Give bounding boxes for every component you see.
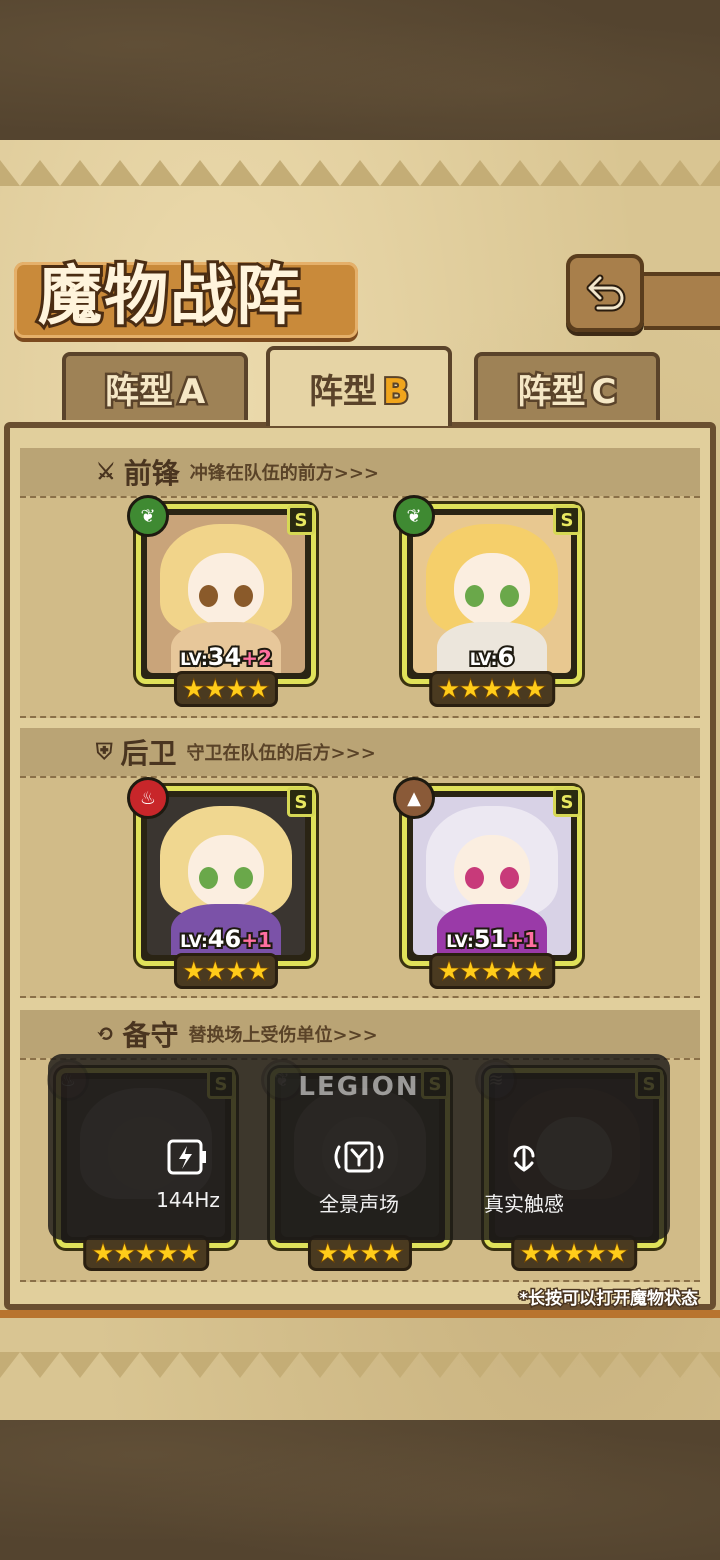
leaf-element-icon: ❦ bbox=[127, 495, 169, 537]
map-background-bottom bbox=[0, 1410, 720, 1560]
map-background-top bbox=[0, 0, 720, 150]
monster-card-rear-2[interactable]: ▲ S LV:51+1 ★ ★ ★ ★ ★ bbox=[393, 777, 582, 989]
front-row-band bbox=[20, 496, 700, 718]
touch-icon bbox=[513, 1145, 535, 1172]
legion-system-overlay: LEGION 144Hz 全景声场 真实触感 bbox=[48, 1054, 670, 1240]
star-rating: ★ ★ ★ ★ ★ bbox=[511, 1235, 637, 1271]
page-title: 魔物战阵 bbox=[35, 256, 303, 337]
long-press-hint: *长按可以打开魔物状态 bbox=[518, 1288, 700, 1311]
star-rating: ★ ★ ★ ★ ★ bbox=[83, 1235, 209, 1271]
section-header-front: ⚔ 前锋 冲锋在队伍的前方>>> bbox=[20, 448, 700, 496]
overlay-item-label: 144Hz bbox=[156, 1188, 220, 1212]
surround-sound-icon bbox=[334, 1141, 384, 1173]
tab-formation-a[interactable]: 阵型 A bbox=[62, 352, 248, 420]
section-title-rear: 后卫 bbox=[120, 737, 177, 770]
section-title-front: 前锋 bbox=[123, 457, 180, 490]
star-rating: ★ ★ ★ ★ bbox=[173, 953, 279, 989]
section-title-reserve: 备守 bbox=[122, 1019, 179, 1052]
swap-icon: ⟲ bbox=[96, 1021, 115, 1047]
tab-formation-b-label: 阵型 B bbox=[309, 370, 411, 414]
star-rating: ★ ★ ★ ★ bbox=[173, 671, 279, 707]
rank-badge: S bbox=[553, 505, 581, 535]
section-desc-reserve: 替换场上受伤单位>>> bbox=[188, 1025, 378, 1046]
leaf-element-icon: ❦ bbox=[393, 495, 435, 537]
tab-formation-c-label: 阵型 C bbox=[515, 369, 619, 414]
overlay-item-surround-sound[interactable]: 全景声场 bbox=[279, 1134, 439, 1217]
star-rating: ★ ★ ★ ★ ★ bbox=[429, 671, 555, 707]
earth-element-icon: ▲ bbox=[393, 777, 435, 819]
tab-formation-a-label: 阵型 A bbox=[102, 369, 207, 414]
back-button[interactable] bbox=[566, 254, 644, 332]
rank-badge: S bbox=[287, 505, 315, 535]
star-rating: ★ ★ ★ ★ bbox=[307, 1235, 413, 1271]
monster-card-front-1[interactable]: ❦ S LV:34+2 ★ ★ ★ ★ bbox=[127, 495, 316, 707]
section-desc-rear: 守卫在队伍的后方>>> bbox=[186, 743, 376, 764]
zigzag-edge-bottom bbox=[0, 1352, 720, 1378]
level-label: LV:51+1 bbox=[444, 923, 540, 955]
return-arrow-icon bbox=[586, 274, 626, 312]
level-label: LV:46+1 bbox=[178, 923, 274, 955]
section-desc-front: 冲锋在队伍的前方>>> bbox=[189, 463, 379, 484]
shield-icon: ⛨ bbox=[96, 739, 113, 765]
zigzag-edge-top bbox=[0, 160, 720, 186]
battery-icon bbox=[167, 1139, 206, 1175]
fire-element-icon: ♨ bbox=[127, 777, 169, 819]
level-label: LV:6 bbox=[468, 641, 516, 673]
overlay-item-refresh-rate[interactable]: 144Hz bbox=[108, 1134, 268, 1212]
star-rating: ★ ★ ★ ★ ★ bbox=[429, 953, 555, 989]
rank-badge: S bbox=[287, 787, 315, 817]
rank-badge: S bbox=[553, 787, 581, 817]
overlay-item-label: 全景声场 bbox=[319, 1192, 399, 1216]
monster-card-rear-1[interactable]: ♨ S LV:46+1 ★ ★ ★ ★ bbox=[127, 777, 316, 989]
monster-card-front-2[interactable]: ❦ S LV:6 ★ ★ ★ ★ ★ bbox=[393, 495, 582, 707]
tab-formation-b[interactable]: 阵型 B bbox=[266, 346, 452, 426]
section-header-reserve: ⟲ 备守 替换场上受伤单位>>> bbox=[20, 1010, 700, 1058]
legion-brand-logo: LEGION bbox=[298, 1072, 420, 1102]
back-button-rail bbox=[644, 272, 720, 330]
level-label: LV:34+2 bbox=[178, 641, 274, 673]
section-header-rear: ⛨ 后卫 守卫在队伍的后方>>> bbox=[20, 728, 700, 776]
overlay-item-label: 真实触感 bbox=[484, 1192, 564, 1216]
sword-icon: ⚔ bbox=[96, 459, 116, 485]
overlay-item-haptics[interactable]: 真实触感 bbox=[444, 1134, 604, 1217]
panel-bottom-border bbox=[0, 1310, 720, 1318]
rear-row-band bbox=[20, 776, 700, 998]
tab-formation-c[interactable]: 阵型 C bbox=[474, 352, 660, 420]
